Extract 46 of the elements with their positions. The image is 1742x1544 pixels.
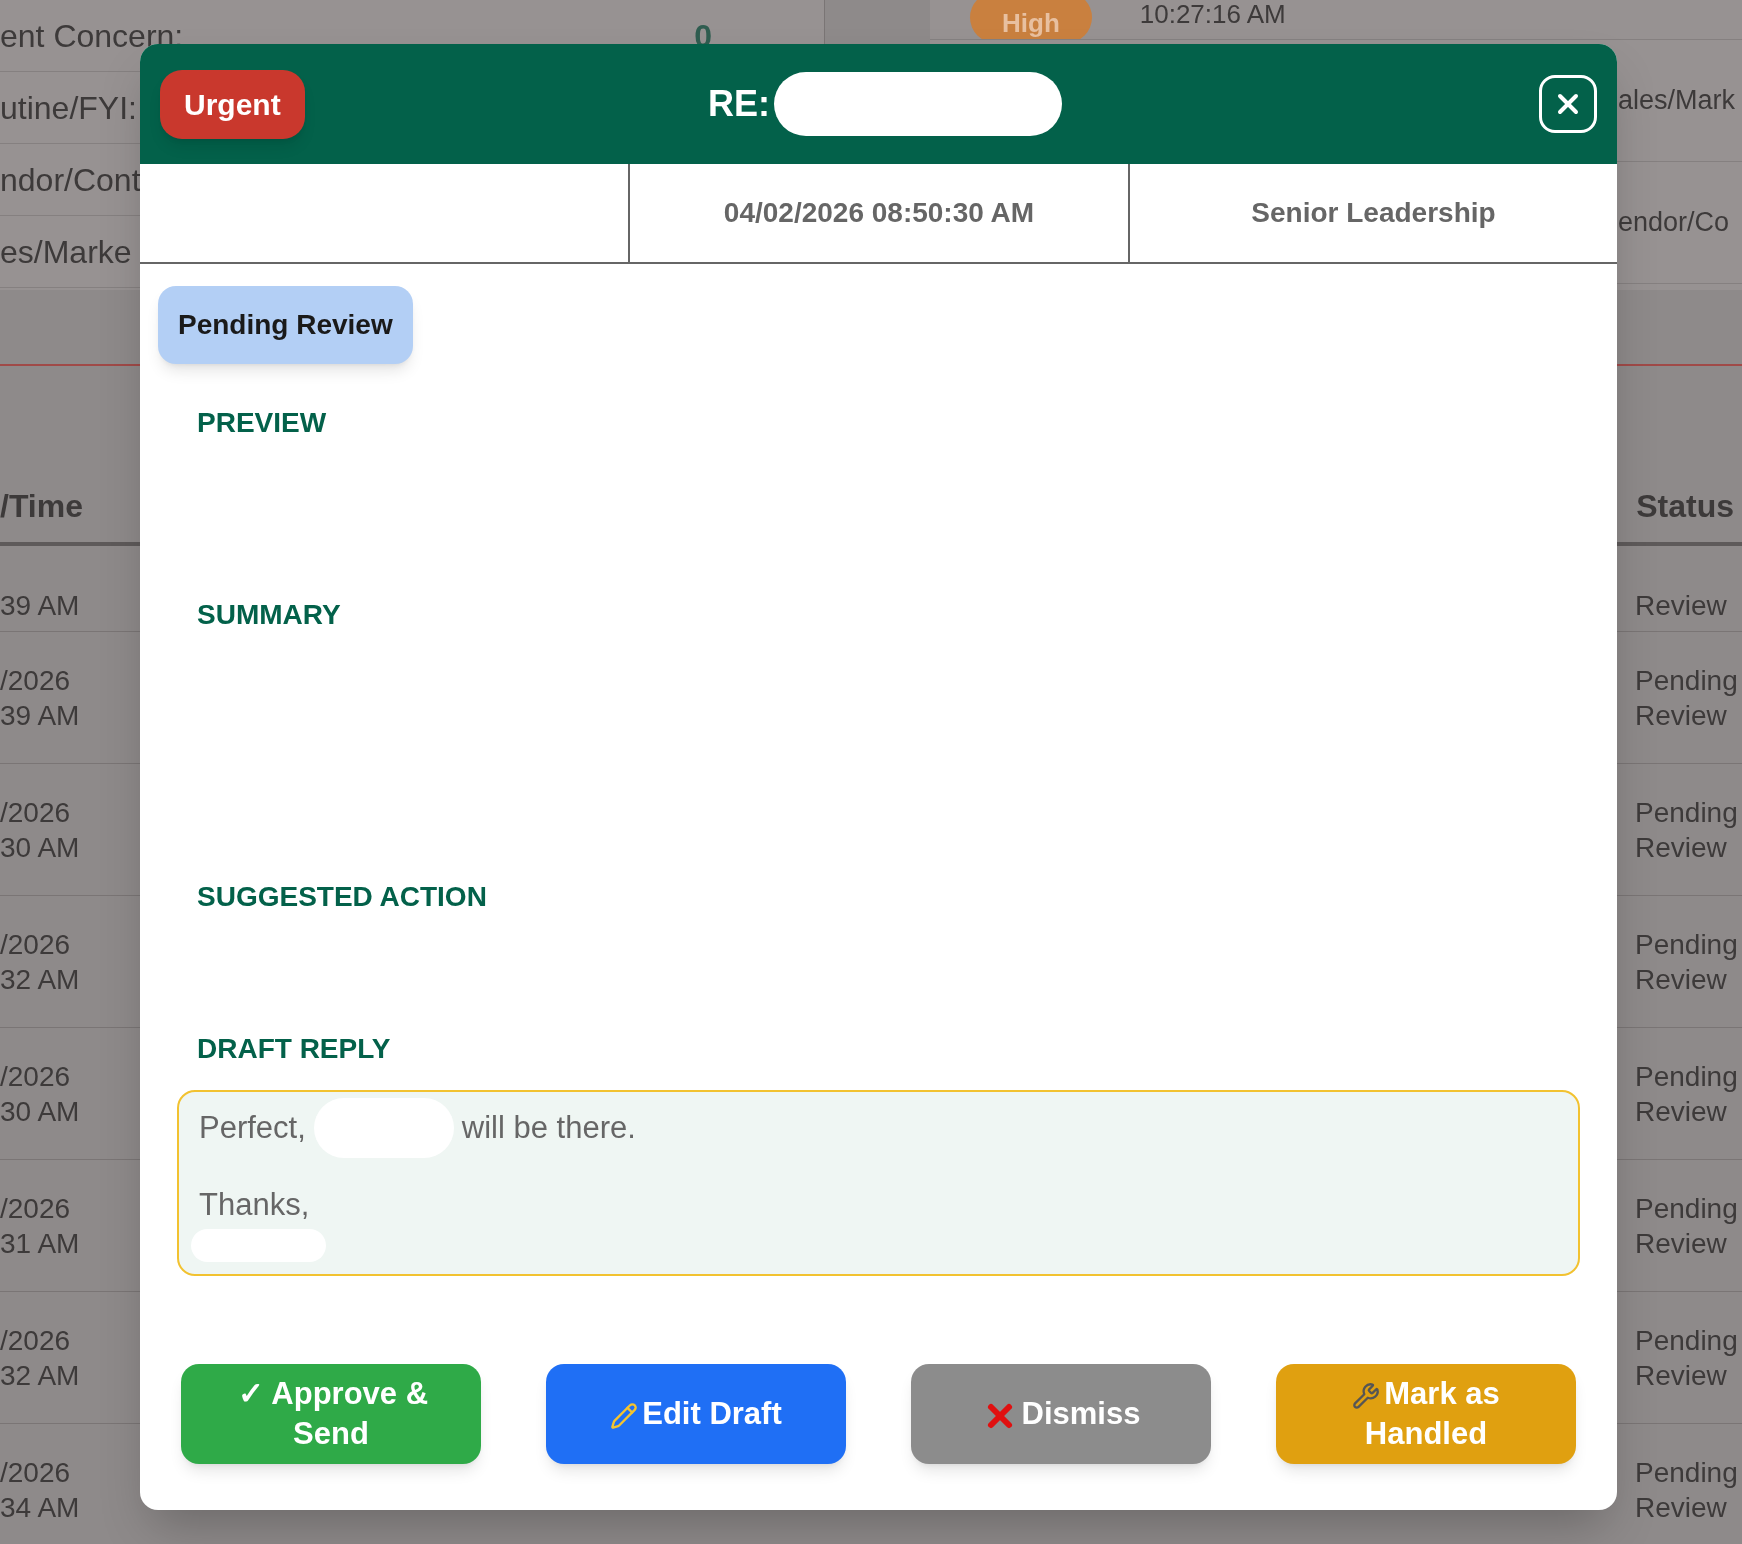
time-text: 10:27:16 AM: [1139, 1, 1286, 27]
wrench-icon: [1352, 1381, 1381, 1410]
table-cell-text: /2026 30 AM: [0, 1059, 80, 1129]
table-cell-text: /2026 32 AM: [0, 927, 80, 997]
table-cell-text: Pending Review: [1635, 1191, 1739, 1261]
section-heading: SUMMARY: [197, 598, 342, 632]
category-label: ent Concern:: [0, 16, 184, 56]
action-button[interactable]: ✓ Approve & Send: [181, 1364, 481, 1464]
category-label: ales/Mark: [1618, 84, 1736, 118]
category-label: es/Marke: [0, 232, 132, 272]
table-cell-text: Pending Review: [1635, 1455, 1739, 1525]
draft-text: will be there.: [461, 1108, 636, 1147]
table-cell-text: Pending Review: [1635, 927, 1739, 997]
table-cell-text: 39 AM: [0, 589, 80, 623]
table-cell-text: Review: [1635, 589, 1728, 623]
table-cell-text: /2026 39 AM: [0, 663, 80, 733]
table-cell-text: Pending Review: [1635, 663, 1739, 733]
draft-text: Thanks,: [199, 1186, 311, 1224]
date-text: 04/02/2026 08:50:30 AM: [723, 196, 1035, 230]
category-label: utine/FYI:: [0, 88, 137, 128]
section-heading: SUGGESTED ACTION: [197, 880, 488, 914]
status-badge: Pending Review: [158, 286, 413, 364]
draft-text: Perfect,: [199, 1108, 306, 1147]
table-cell-text: /2026 30 AM: [0, 795, 80, 865]
recipient-text: Senior Leadership: [1251, 196, 1496, 230]
category-label: ndor/Cont: [0, 160, 141, 200]
priority-badge: Urgent: [160, 69, 305, 139]
column-header: /Time: [0, 487, 83, 526]
action-button[interactable]: Dismiss: [911, 1364, 1211, 1464]
priority-badge: High: [970, 0, 1092, 39]
category-label: endor/Co: [1618, 206, 1730, 240]
table-cell-text: Pending Review: [1635, 1059, 1739, 1129]
table-cell-text: /2026 31 AM: [0, 1191, 80, 1261]
section-heading: PREVIEW: [197, 406, 328, 440]
table-cell-text: /2026 34 AM: [0, 1455, 80, 1525]
action-button[interactable]: Mark as Handled: [1276, 1364, 1576, 1464]
section-heading: DRAFT REPLY: [197, 1032, 392, 1066]
table-cell-text: Pending Review: [1635, 1323, 1739, 1393]
subject-prefix: RE:: [708, 82, 770, 126]
close-button[interactable]: [1539, 75, 1597, 133]
draft-reply-field[interactable]: Perfect, will be there. Thanks,: [177, 1090, 1580, 1276]
table-cell-text: /2026 32 AM: [0, 1323, 80, 1393]
column-header: Status: [1636, 487, 1735, 526]
table-cell-text: Pending Review: [1635, 795, 1739, 865]
pencil-icon: [610, 1401, 639, 1430]
action-button[interactable]: Edit Draft: [546, 1364, 846, 1464]
